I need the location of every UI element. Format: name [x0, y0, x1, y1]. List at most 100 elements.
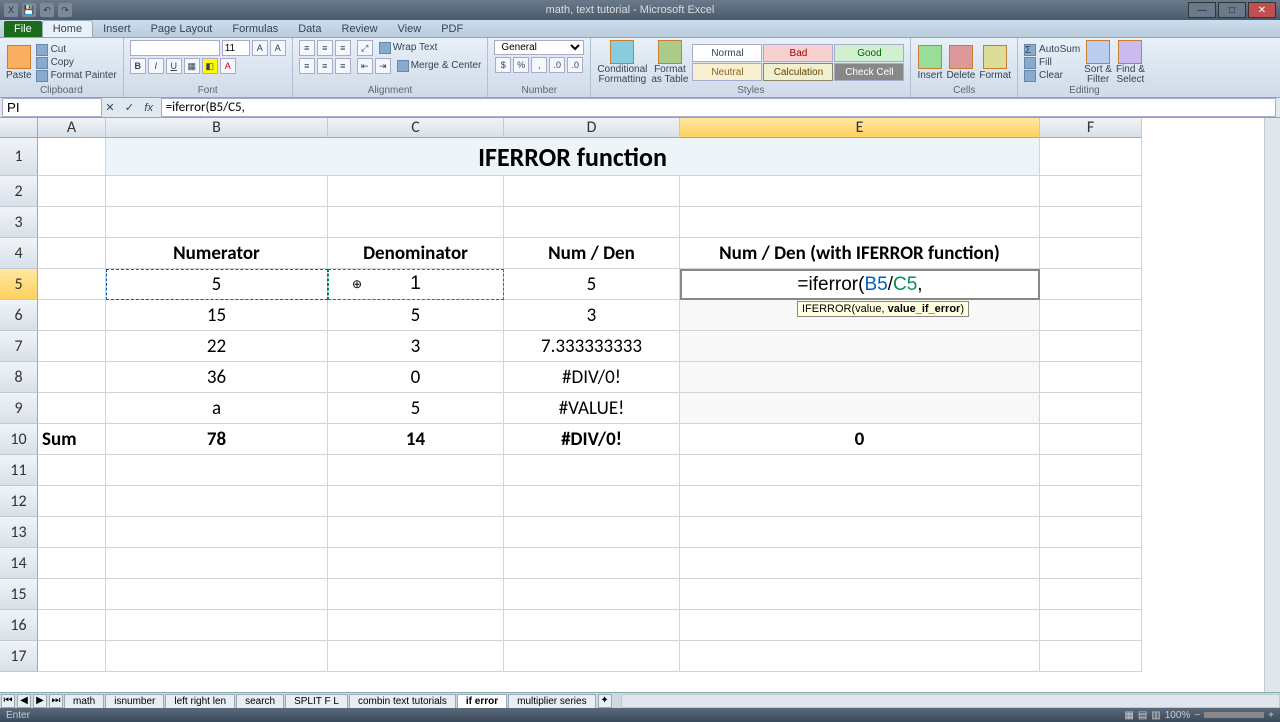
rowhdr-10[interactable]: 10 [0, 424, 38, 455]
cell-d8[interactable]: #DIV/0! [504, 362, 680, 393]
save-icon[interactable]: 💾 [22, 3, 36, 17]
cell-e4[interactable]: Num / Den (with IFERROR function) [680, 238, 1040, 269]
font-color-button[interactable]: A [220, 58, 236, 74]
fill-button[interactable]: Fill [1024, 57, 1080, 69]
colhdr-d[interactable]: D [504, 118, 680, 138]
enter-formula-icon[interactable]: ✓ [121, 99, 137, 115]
indent-dec-icon[interactable]: ⇤ [357, 58, 373, 74]
rowhdr-2[interactable]: 2 [0, 176, 38, 207]
cell-d9[interactable]: #VALUE! [504, 393, 680, 424]
cell-d5[interactable]: 5 [504, 269, 680, 300]
font-family-select[interactable] [130, 40, 220, 56]
select-all-corner[interactable] [0, 118, 38, 138]
autosum-button[interactable]: ΣAutoSum [1024, 44, 1080, 56]
cell-b10[interactable]: 78 [106, 424, 328, 455]
currency-icon[interactable]: $ [495, 57, 511, 73]
view-normal-icon[interactable]: ▦ [1124, 710, 1133, 721]
rowhdr-13[interactable]: 13 [0, 517, 38, 548]
cut-button[interactable]: Cut [36, 44, 117, 56]
cancel-formula-icon[interactable]: ✕ [102, 99, 118, 115]
excel-icon[interactable]: X [4, 3, 18, 17]
cell-e10[interactable]: 0 [680, 424, 1040, 455]
sheet-nav-last-icon[interactable]: ⏭ [49, 694, 63, 708]
style-normal[interactable]: Normal [692, 44, 762, 62]
colhdr-a[interactable]: A [38, 118, 106, 138]
tab-formulas[interactable]: Formulas [222, 21, 288, 37]
new-sheet-icon[interactable]: ✦ [598, 694, 612, 708]
cell-d7[interactable]: 7.333333333 [504, 331, 680, 362]
vertical-scrollbar[interactable] [1264, 118, 1280, 692]
rowhdr-14[interactable]: 14 [0, 548, 38, 579]
delete-cells-button[interactable]: Delete [946, 45, 975, 81]
percent-icon[interactable]: % [513, 57, 529, 73]
cell-b7[interactable]: 22 [106, 331, 328, 362]
find-select-button[interactable]: Find & Select [1116, 40, 1145, 85]
tab-review[interactable]: Review [331, 21, 387, 37]
shrink-font-icon[interactable]: A [270, 40, 286, 56]
cell-f1[interactable] [1040, 138, 1142, 176]
sheet-tab-math[interactable]: math [64, 694, 104, 708]
cell-b6[interactable]: 15 [106, 300, 328, 331]
undo-icon[interactable]: ↶ [40, 3, 54, 17]
rowhdr-4[interactable]: 4 [0, 238, 38, 269]
conditional-formatting-button[interactable]: Conditional Formatting [597, 40, 647, 85]
sheet-tab-multiplier[interactable]: multiplier series [508, 694, 595, 708]
sheet-tab-isnumber[interactable]: isnumber [105, 694, 164, 708]
rowhdr-11[interactable]: 11 [0, 455, 38, 486]
align-middle-icon[interactable]: ≡ [317, 40, 333, 56]
rowhdr-5[interactable]: 5 [0, 269, 38, 300]
sheet-nav-first-icon[interactable]: ⏮ [1, 694, 15, 708]
format-painter-button[interactable]: Format Painter [36, 70, 117, 82]
rowhdr-1[interactable]: 1 [0, 138, 38, 176]
style-bad[interactable]: Bad [763, 44, 833, 62]
cell-b5[interactable]: 5 [106, 269, 328, 300]
dec-decimal-icon[interactable]: .0 [567, 57, 583, 73]
tab-file[interactable]: File [4, 21, 42, 37]
cell-c6[interactable]: 5 [328, 300, 504, 331]
merge-center-button[interactable]: Merge & Center [397, 60, 482, 72]
cell-b9[interactable]: a [106, 393, 328, 424]
wrap-text-button[interactable]: Wrap Text [379, 42, 438, 54]
zoom-slider[interactable] [1204, 712, 1264, 718]
worksheet-grid[interactable]: A B C D E F 1 IFERROR function 2 3 4Nume… [0, 118, 1280, 692]
rowhdr-6[interactable]: 6 [0, 300, 38, 331]
cell-d4[interactable]: Num / Den [504, 238, 680, 269]
cell-a1[interactable] [38, 138, 106, 176]
view-pagebreak-icon[interactable]: ▥ [1151, 710, 1160, 721]
border-button[interactable]: ▦ [184, 58, 200, 74]
cell-b4[interactable]: Numerator [106, 238, 328, 269]
italic-button[interactable]: I [148, 58, 164, 74]
sheet-tab-iferror[interactable]: if error [457, 694, 507, 708]
cell-d10[interactable]: #DIV/0! [504, 424, 680, 455]
format-as-table-button[interactable]: Format as Table [651, 40, 688, 85]
sheet-tab-splitfl[interactable]: SPLIT F L [285, 694, 348, 708]
tab-pdf[interactable]: PDF [431, 21, 473, 37]
cell-c9[interactable]: 5 [328, 393, 504, 424]
grow-font-icon[interactable]: A [252, 40, 268, 56]
sort-filter-button[interactable]: Sort & Filter [1084, 40, 1112, 85]
number-format-select[interactable]: General [494, 40, 584, 55]
sheet-nav-prev-icon[interactable]: ◀ [17, 694, 31, 708]
comma-icon[interactable]: , [531, 57, 547, 73]
cell-e5-editing[interactable]: =iferror(B5/C5, IFERROR(value, value_if_… [680, 269, 1040, 300]
sheet-tab-search[interactable]: search [236, 694, 284, 708]
format-cells-button[interactable]: Format [979, 45, 1011, 81]
font-size-select[interactable] [222, 40, 250, 56]
rowhdr-3[interactable]: 3 [0, 207, 38, 238]
sheet-nav-next-icon[interactable]: ▶ [33, 694, 47, 708]
zoom-in-icon[interactable]: + [1268, 710, 1274, 721]
fill-color-button[interactable]: ◧ [202, 58, 218, 74]
indent-inc-icon[interactable]: ⇥ [375, 58, 391, 74]
zoom-out-icon[interactable]: − [1194, 710, 1200, 721]
cell-c8[interactable]: 0 [328, 362, 504, 393]
rowhdr-7[interactable]: 7 [0, 331, 38, 362]
style-check-cell[interactable]: Check Cell [834, 63, 904, 81]
clear-button[interactable]: Clear [1024, 70, 1080, 82]
tab-data[interactable]: Data [288, 21, 331, 37]
style-calculation[interactable]: Calculation [763, 63, 833, 81]
redo-icon[interactable]: ↷ [58, 3, 72, 17]
orientation-icon[interactable]: ⤢ [357, 40, 373, 56]
zoom-level[interactable]: 100% [1165, 710, 1191, 721]
view-pagelayout-icon[interactable]: ▤ [1138, 710, 1147, 721]
tab-pagelayout[interactable]: Page Layout [141, 21, 223, 37]
